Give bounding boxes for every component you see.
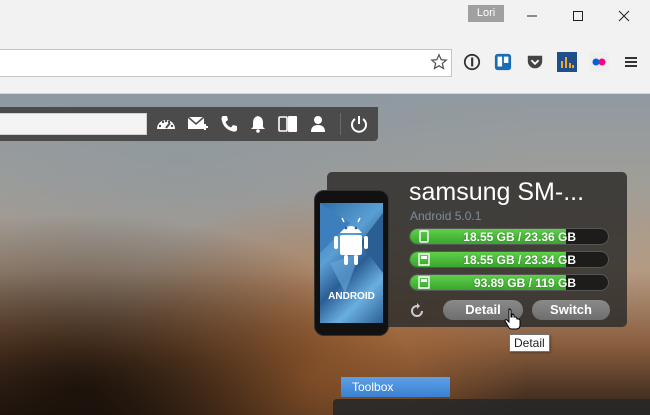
disconnect-button[interactable] [347,112,371,136]
messages-button[interactable] [186,112,210,136]
toolbox-panel [333,399,650,415]
android-robot-icon [320,203,383,293]
account-button[interactable] [306,112,330,136]
flickr-icon [589,52,609,72]
browser-menu-button[interactable] [619,50,643,74]
1password-extension[interactable] [460,50,484,74]
address-bar[interactable] [0,49,452,77]
mirror-icon [278,116,297,132]
star-icon [430,53,448,70]
bell-icon [251,116,265,133]
analytics-extension[interactable] [555,50,579,74]
external-storage-bar: 93.89 GB / 119 GB [409,274,609,291]
menu-icon [625,57,637,67]
power-icon [351,116,367,133]
call-log-button[interactable] [217,112,241,136]
bookmark-star-button[interactable] [428,51,450,73]
detail-tooltip: Detail [509,334,550,352]
dashboard-button[interactable] [154,112,178,136]
maximize-icon [573,11,583,21]
nav-divider [340,113,341,135]
minimize-button[interactable] [509,0,555,32]
refresh-icon[interactable] [408,302,426,320]
pocket-icon [527,55,543,69]
browser-toolbar [0,34,650,94]
maximize-button[interactable] [555,0,601,32]
close-button[interactable] [601,0,647,32]
device-os-version: Android 5.0.1 [410,209,482,223]
minimize-icon [527,15,537,17]
analytics-icon [557,52,577,72]
internal-storage-bar: 18.55 GB / 23.36 GB [409,228,609,245]
storage-text: 18.55 GB / 23.34 GB [463,253,576,267]
dashboard-icon [157,119,175,129]
storage-text: 93.89 GB / 119 GB [473,276,576,290]
trello-icon [494,53,512,71]
device-name: samsung SM-... [409,178,585,206]
toolbox-tab[interactable]: Toolbox [341,377,450,397]
phone-screen: ANDROID [320,203,383,323]
screen-mirror-button[interactable] [276,112,300,136]
hand-cursor-icon [504,308,521,330]
switch-button[interactable]: Switch [532,300,610,320]
trello-extension[interactable] [491,50,515,74]
sd-card-storage-bar: 18.55 GB / 23.34 GB [409,251,609,268]
storage-text: 18.55 GB / 23.36 GB [463,230,576,244]
user-icon [311,116,325,132]
profile-badge[interactable]: Lori [468,5,504,22]
notifications-button[interactable] [246,112,270,136]
phone-icon [221,116,237,132]
close-icon [618,10,630,22]
app-nav-bar [0,107,378,141]
flickr-extension[interactable] [587,50,611,74]
mail-icon [187,116,208,130]
web-page: samsung SM-... Android 5.0.1 18.55 GB / … [0,94,650,415]
phone-os-label: ANDROID [328,291,375,302]
window-titlebar: Lori [0,0,650,34]
phone-image: ANDROID [314,190,389,336]
app-search-input[interactable] [0,113,147,135]
1password-icon [463,53,481,71]
pocket-extension[interactable] [523,50,547,74]
